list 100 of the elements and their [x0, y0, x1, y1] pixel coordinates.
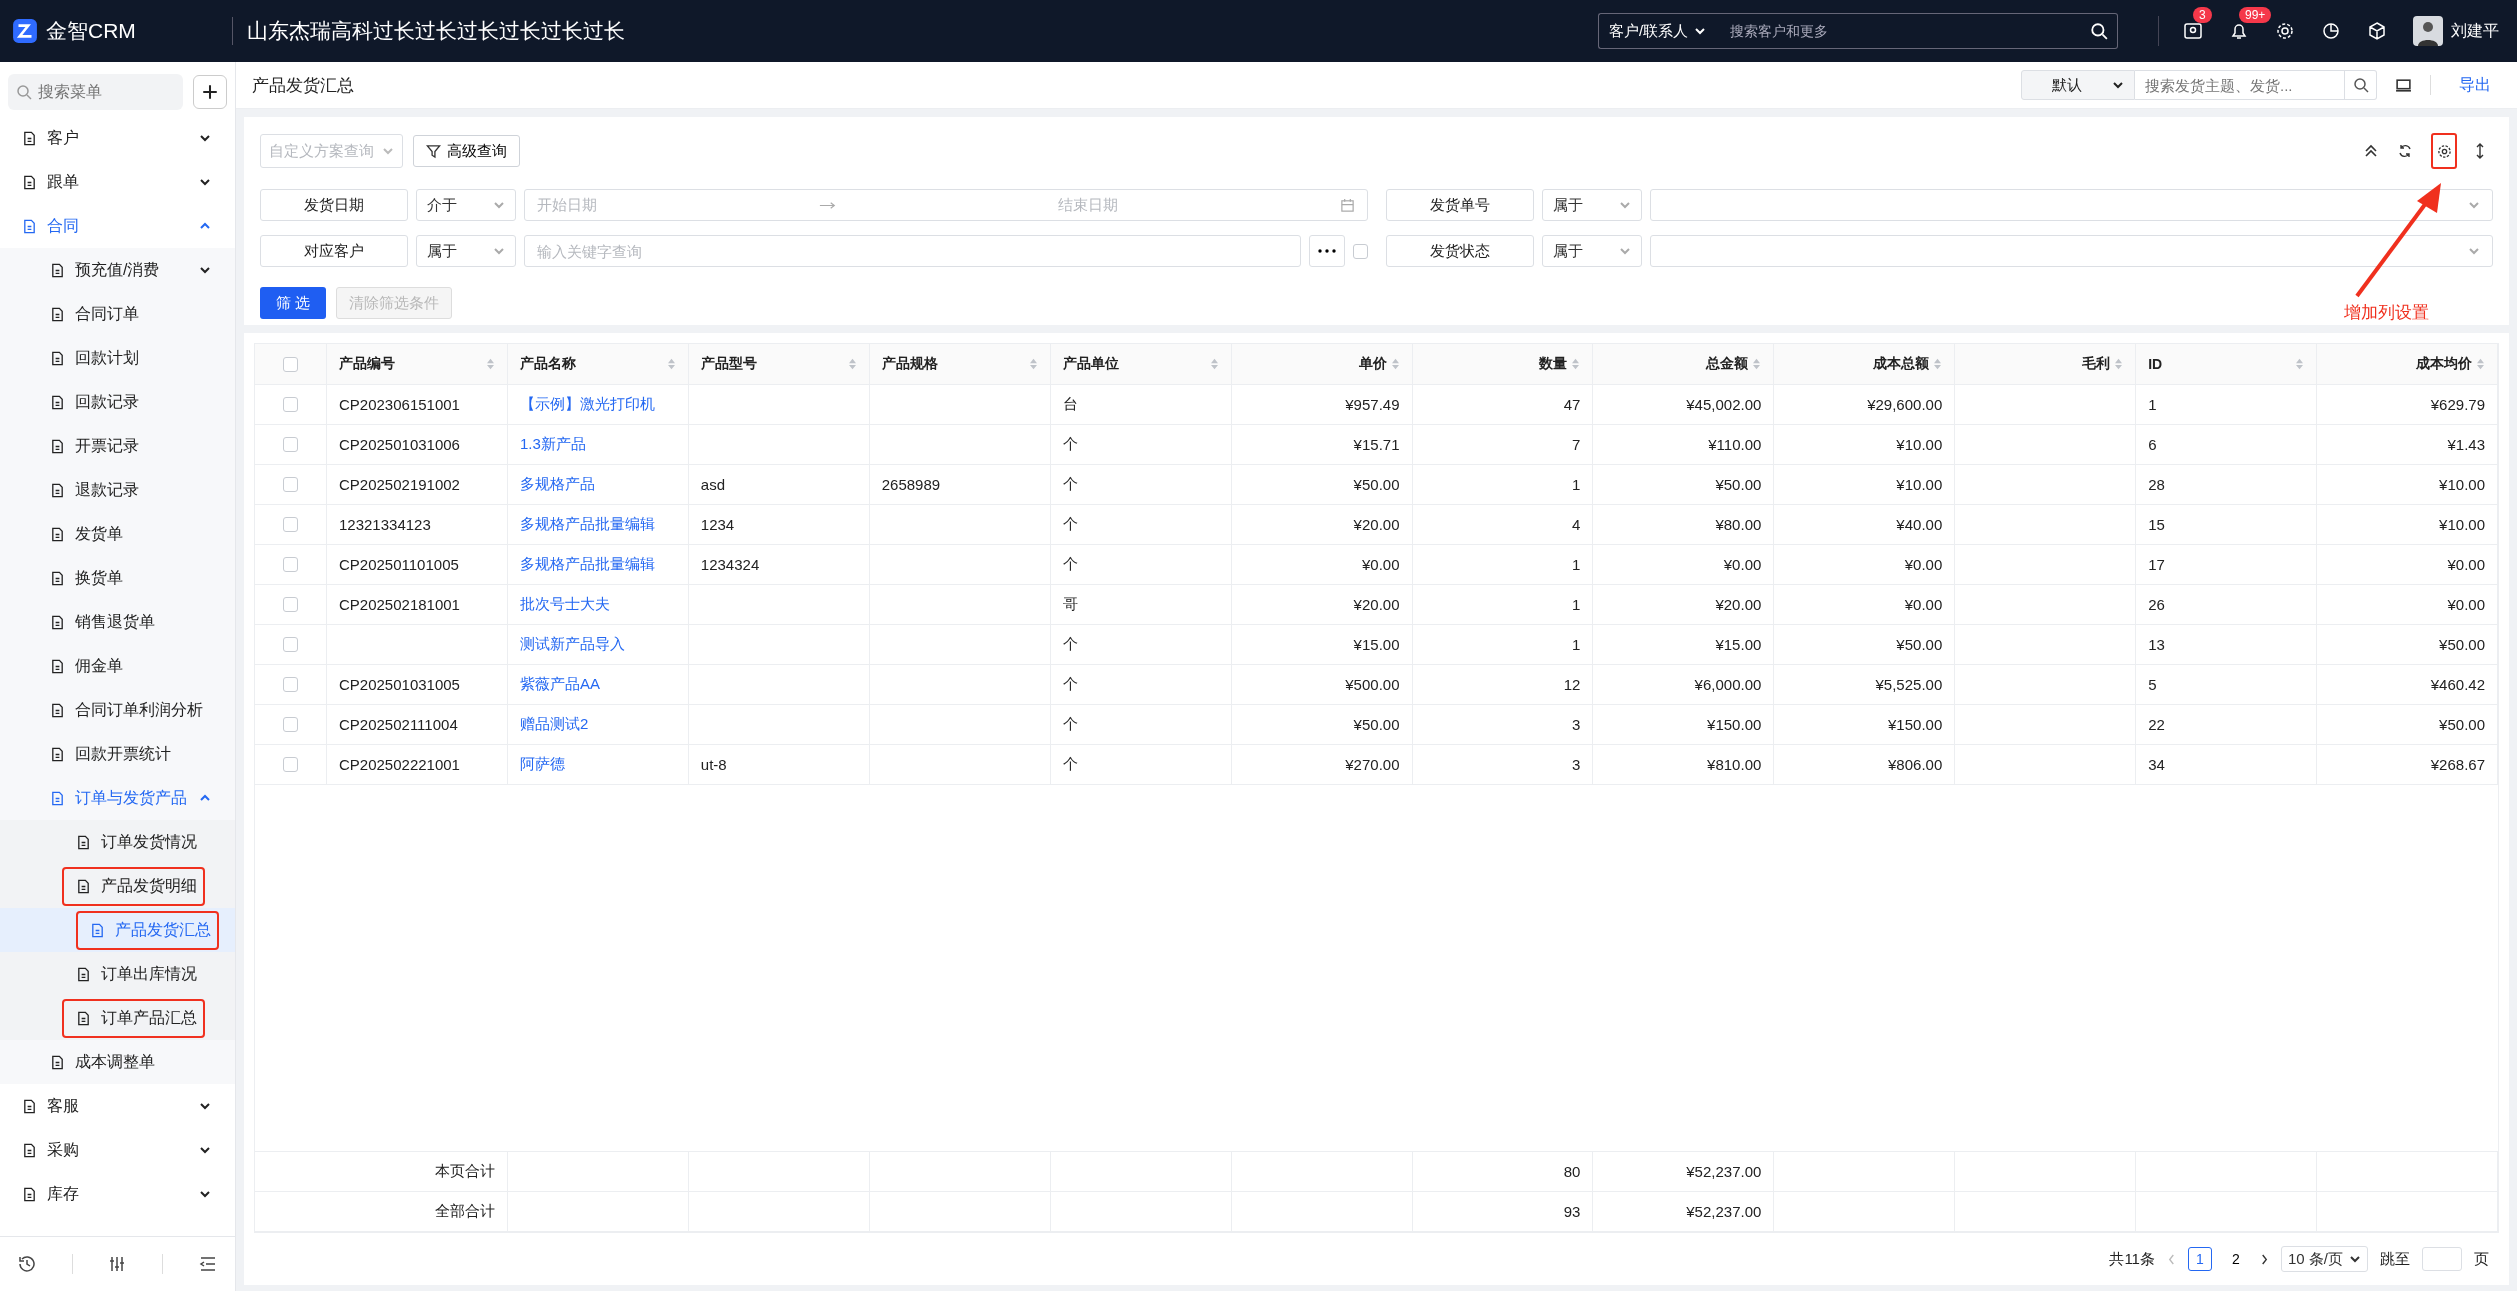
- menu-item[interactable]: 换货单: [0, 556, 235, 600]
- checkbox[interactable]: [283, 517, 298, 532]
- row-height-icon[interactable]: [2475, 143, 2485, 159]
- search-field[interactable]: 搜索发货主题、发货...: [2135, 70, 2345, 100]
- menu-item[interactable]: 销售退货单: [0, 600, 235, 644]
- menu-item[interactable]: 库存: [0, 1172, 235, 1216]
- sort-icon[interactable]: [2114, 357, 2124, 371]
- menu-item[interactable]: 回款记录: [0, 380, 235, 424]
- operator-select[interactable]: 属于: [416, 235, 516, 267]
- value-select[interactable]: [1649, 235, 2493, 267]
- sort-icon[interactable]: [1933, 357, 1943, 371]
- menu-item[interactable]: 产品发货明细: [0, 864, 235, 908]
- column-header[interactable]: ID: [2136, 344, 2318, 384]
- column-header[interactable]: 产品单位: [1050, 344, 1232, 384]
- sort-icon[interactable]: [2476, 357, 2485, 371]
- column-header[interactable]: 单价: [1231, 344, 1413, 384]
- refresh-icon[interactable]: [2397, 143, 2413, 159]
- checkbox[interactable]: [283, 437, 298, 452]
- page-size-select[interactable]: 10 条/页: [2280, 1246, 2368, 1272]
- next-page-icon[interactable]: [2259, 1252, 2269, 1266]
- menu-item[interactable]: 合同订单利润分析: [0, 688, 235, 732]
- menu-item[interactable]: 客服: [0, 1084, 235, 1128]
- checkbox[interactable]: [283, 717, 298, 732]
- menu-item[interactable]: 订单发货情况: [0, 820, 235, 864]
- checkbox[interactable]: [283, 397, 298, 412]
- menu-item[interactable]: 佣金单: [0, 644, 235, 688]
- keyword-field[interactable]: 输入关键字查询: [524, 235, 1301, 267]
- search-button[interactable]: [2345, 70, 2377, 100]
- product-link[interactable]: 1.3新产品: [519, 435, 586, 454]
- history-icon[interactable]: [17, 1254, 38, 1274]
- menu-item[interactable]: 开票记录: [0, 424, 235, 468]
- checkbox[interactable]: [283, 356, 298, 372]
- menu-item[interactable]: 产品发货汇总: [0, 908, 235, 952]
- export-link[interactable]: 导出: [2449, 74, 2501, 96]
- menu-item[interactable]: 订单出库情况: [0, 952, 235, 996]
- operator-select[interactable]: 属于: [1541, 189, 1642, 221]
- product-link[interactable]: 多规格产品批量编辑: [519, 555, 655, 574]
- product-link[interactable]: 紫薇产品AA: [519, 675, 600, 694]
- sort-icon[interactable]: [666, 357, 676, 371]
- user-name[interactable]: 刘建平: [2451, 20, 2499, 42]
- menu-item[interactable]: 合同: [0, 204, 235, 248]
- column-header[interactable]: 产品型号: [688, 344, 870, 384]
- menu-search-field[interactable]: 搜索菜单: [8, 74, 183, 110]
- menu-item[interactable]: 回款开票统计: [0, 732, 235, 776]
- column-header[interactable]: 产品规格: [869, 344, 1051, 384]
- column-header[interactable]: 产品名称: [507, 344, 689, 384]
- checkbox[interactable]: [283, 477, 298, 492]
- add-button[interactable]: [193, 75, 227, 109]
- sort-icon[interactable]: [1028, 357, 1038, 371]
- column-header[interactable]: 产品编号: [327, 344, 508, 384]
- product-link[interactable]: 【示例】激光打印机: [519, 395, 655, 414]
- collapse-menu-icon[interactable]: [197, 1254, 218, 1274]
- checkbox[interactable]: [283, 637, 298, 652]
- sort-icon[interactable]: [1752, 357, 1762, 371]
- checkbox[interactable]: [1352, 243, 1368, 259]
- previous-page-icon[interactable]: [2166, 1252, 2176, 1266]
- sort-icon[interactable]: [847, 357, 857, 371]
- page-number-field[interactable]: [2422, 1247, 2462, 1271]
- contacts-icon[interactable]: [2183, 21, 2203, 41]
- filter-button[interactable]: 筛 选: [260, 287, 327, 319]
- menu-item[interactable]: 订单产品汇总: [0, 996, 235, 1040]
- product-link[interactable]: 多规格产品批量编辑: [519, 515, 655, 534]
- advanced-search-button[interactable]: 高级查询: [413, 135, 520, 167]
- menu-item[interactable]: 退款记录: [0, 468, 235, 512]
- pie-chart-icon[interactable]: [2321, 21, 2341, 41]
- product-link[interactable]: 多规格产品: [519, 475, 595, 494]
- product-link[interactable]: 阿萨德: [519, 755, 565, 774]
- column-header[interactable]: 数量: [1412, 344, 1594, 384]
- sort-icon[interactable]: [2295, 357, 2305, 371]
- column-header[interactable]: 成本总额: [1774, 344, 1956, 384]
- product-link[interactable]: 批次号士大夫: [519, 595, 610, 614]
- avatar[interactable]: [2413, 16, 2443, 46]
- product-link[interactable]: 赠品测试2: [519, 715, 589, 734]
- menu-item[interactable]: 跟单: [0, 160, 235, 204]
- page-button[interactable]: 1: [2187, 1247, 2212, 1271]
- column-header[interactable]: 毛利: [1955, 344, 2137, 384]
- menu-item[interactable]: 成本调整单: [0, 1040, 235, 1084]
- menu-item[interactable]: 订单与发货产品: [0, 776, 235, 820]
- checkbox[interactable]: [283, 677, 298, 692]
- product-link[interactable]: 测试新产品导入: [519, 635, 625, 654]
- checkbox[interactable]: [283, 757, 298, 772]
- monitor-icon[interactable]: [2395, 76, 2412, 94]
- menu-item[interactable]: 客户: [0, 116, 235, 160]
- operator-select[interactable]: 属于: [1541, 235, 1642, 267]
- value-select[interactable]: [1649, 189, 2493, 221]
- sort-icon[interactable]: [1571, 357, 1581, 371]
- menu-item[interactable]: 发货单: [0, 512, 235, 556]
- operator-select[interactable]: 介于: [416, 189, 516, 221]
- menu-item[interactable]: 回款计划: [0, 336, 235, 380]
- view-select[interactable]: 默认: [2021, 70, 2135, 100]
- more-button[interactable]: [1308, 235, 1345, 267]
- checkbox[interactable]: [283, 597, 298, 612]
- column-header[interactable]: 成本均价: [2317, 344, 2498, 384]
- sort-icon[interactable]: [1390, 357, 1400, 371]
- settings-icon[interactable]: [2275, 21, 2295, 41]
- sort-icon[interactable]: [1209, 357, 1219, 371]
- column-header[interactable]: 总金额: [1593, 344, 1775, 384]
- cube-icon[interactable]: [2367, 21, 2387, 41]
- menu-item[interactable]: 采购: [0, 1128, 235, 1172]
- column-settings-button[interactable]: [2431, 133, 2457, 169]
